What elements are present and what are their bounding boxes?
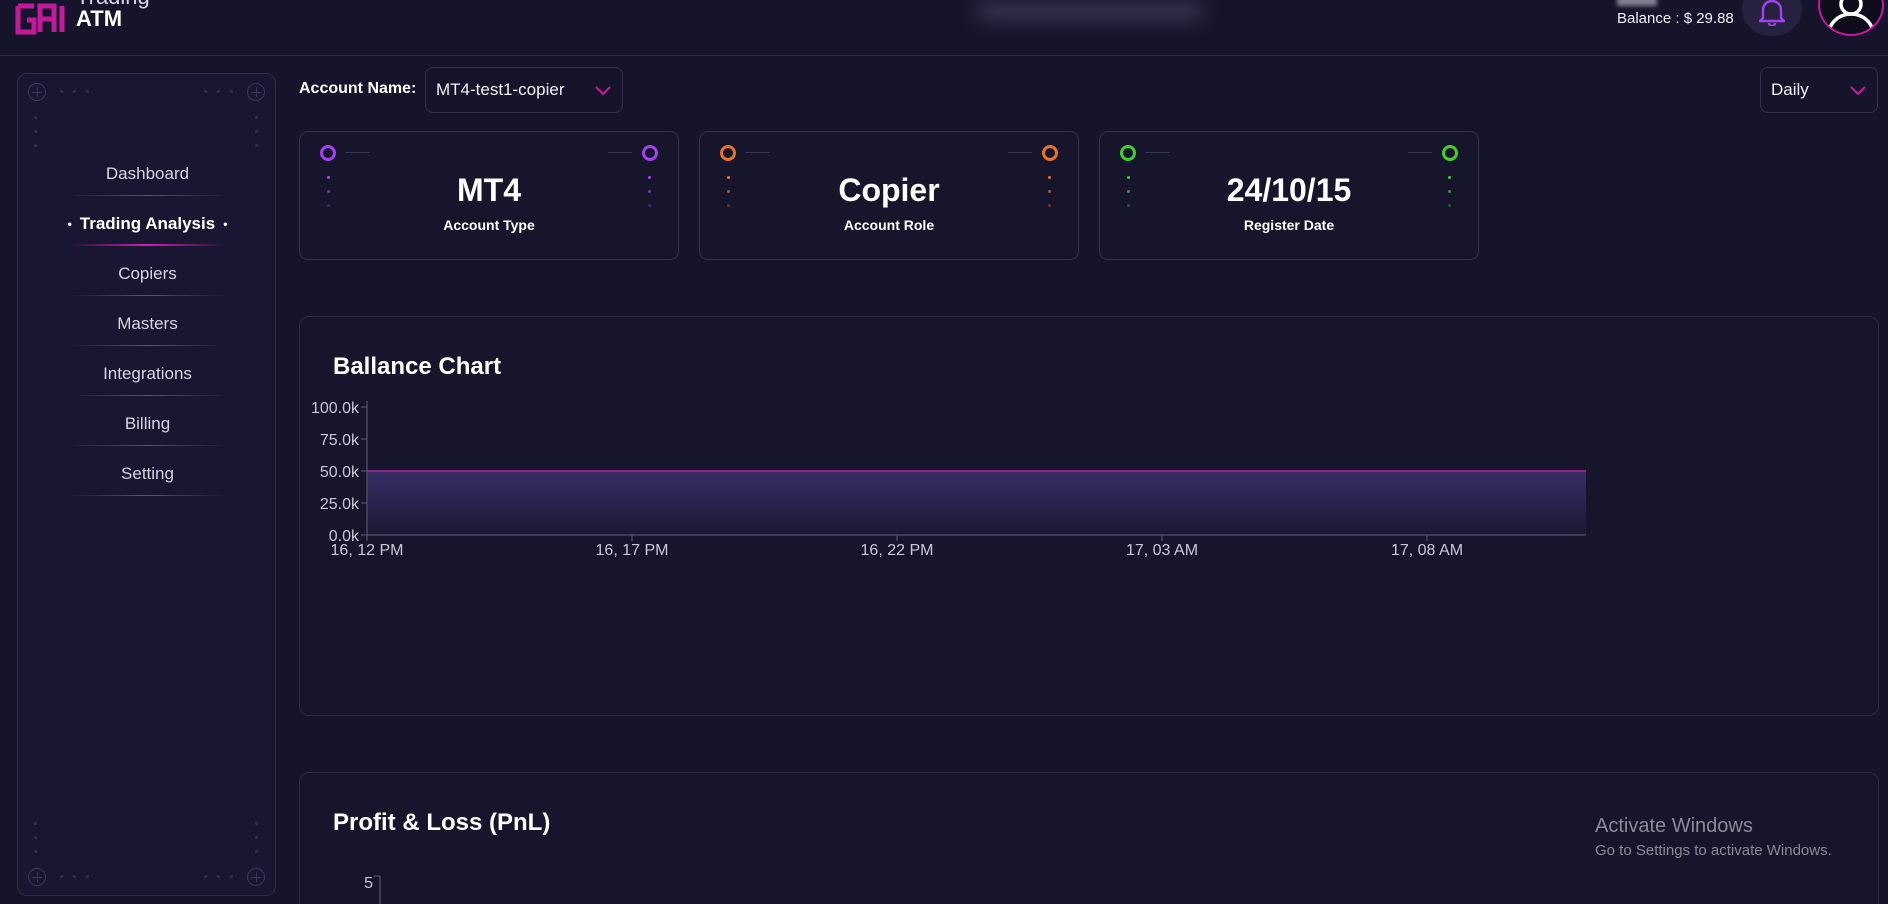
sidebar-item-label: Masters	[117, 314, 178, 333]
sidebar-item-label: Copiers	[118, 264, 177, 283]
account-balance: Balance : $ 29.88	[1617, 10, 1734, 27]
corner-plus-icon	[247, 83, 265, 101]
watermark-title: Activate Windows	[1595, 815, 1753, 837]
corner-plus-icon	[28, 83, 46, 101]
top-bar: Trading ATM Balance : $ 29.88	[0, 0, 1888, 56]
balance-chart-panel: Ballance Chart 0.0k 25.0k 50.0k 75.0k 100.0k…	[299, 316, 1879, 716]
decor-dots	[60, 90, 89, 94]
decor-line	[1008, 152, 1032, 153]
user-icon	[1827, 0, 1875, 34]
account-role-value: Copier	[838, 172, 940, 208]
pnl-y-tick-label: 5	[364, 875, 373, 892]
period-select[interactable]: Daily	[1760, 67, 1878, 113]
active-bullet-icon: •	[67, 217, 72, 231]
sidebar-item-integrations[interactable]: Integrations	[18, 349, 277, 399]
sidebar-nav: Dashboard • Trading Analysis • Copiers M…	[18, 149, 277, 499]
register-date-value: 24/10/15	[1226, 172, 1352, 208]
decor-line	[1146, 152, 1170, 153]
notifications-button[interactable]	[1742, 0, 1802, 36]
sidebar: Dashboard • Trading Analysis • Copiers M…	[17, 73, 276, 896]
sidebar-item-setting[interactable]: Setting	[18, 449, 277, 499]
corner-plus-icon	[247, 868, 265, 886]
windows-activation-watermark: Activate Windows Go to Settings to activ…	[1595, 815, 1832, 859]
brand-name: ATM	[76, 6, 123, 31]
sidebar-item-label: Trading Analysis	[79, 214, 216, 233]
balance-area	[367, 471, 1586, 535]
y-tick-label: 75.0k	[320, 432, 360, 449]
ring-icon	[1042, 145, 1058, 161]
sidebar-item-label: Billing	[124, 414, 171, 433]
register-date-card: 24/10/15 Register Date	[1099, 131, 1479, 260]
decor-line	[608, 152, 632, 153]
sidebar-item-label: Dashboard	[105, 164, 190, 183]
account-select[interactable]: MT4-test1-copier	[425, 67, 623, 113]
ring-icon	[720, 145, 736, 161]
sidebar-item-billing[interactable]: Billing	[18, 399, 277, 449]
sidebar-item-copiers[interactable]: Copiers	[18, 249, 277, 299]
x-tick-label: 16, 22 PM	[861, 542, 934, 559]
decor-line	[1408, 152, 1432, 153]
balance-chart: 0.0k25.0k50.0k75.0k100.0k16, 12 PM 16, 17…	[311, 400, 1586, 559]
account-role-label: Account Role	[843, 217, 935, 233]
decor-dots	[34, 822, 38, 853]
ring-icon	[1442, 145, 1458, 161]
watermark-subtitle: Go to Settings to activate Windows.	[1595, 842, 1832, 859]
account-select-value: MT4-test1-copier	[436, 80, 565, 99]
sidebar-item-dashboard[interactable]: Dashboard	[18, 149, 277, 199]
blurred-banner	[975, 0, 1205, 22]
period-select-value: Daily	[1771, 80, 1809, 99]
y-tick-label: 25.0k	[320, 496, 360, 513]
account-name-label: Account Name:	[299, 80, 417, 97]
user-avatar[interactable]	[1818, 0, 1884, 36]
account-type-value: MT4	[457, 172, 521, 208]
logo-mark-icon	[15, 3, 65, 35]
decor-dots	[60, 875, 89, 879]
active-bullet-icon: •	[223, 217, 228, 231]
chevron-down-icon	[1850, 86, 1866, 96]
register-date-label: Register Date	[1243, 217, 1335, 233]
y-tick-label: 100.0k	[311, 400, 360, 417]
decor-line	[346, 152, 370, 153]
x-tick-label: 16, 17 PM	[596, 542, 669, 559]
decor-dots	[255, 116, 259, 147]
corner-plus-icon	[28, 868, 46, 886]
ring-icon	[642, 145, 658, 161]
x-tick-label: 17, 03 AM	[1126, 542, 1198, 559]
account-role-card: Copier Account Role	[699, 131, 1079, 260]
sidebar-item-trading-analysis[interactable]: • Trading Analysis •	[18, 199, 277, 249]
decor-line	[746, 152, 770, 153]
account-type-card: MT4 Account Type	[299, 131, 679, 260]
decor-dots	[34, 116, 38, 147]
chevron-down-icon	[595, 86, 611, 96]
account-type-label: Account Type	[443, 217, 535, 233]
sidebar-item-label: Setting	[121, 464, 174, 483]
decor-dots	[204, 90, 233, 94]
x-tick-label: 17, 08 AM	[1391, 542, 1463, 559]
brand-logo[interactable]: Trading ATM	[14, 0, 184, 40]
blurred-username	[1617, 0, 1657, 6]
x-tick-label: 16, 12 PM	[331, 542, 404, 559]
y-tick-label: 50.0k	[320, 464, 360, 481]
bell-icon	[1759, 0, 1785, 26]
ring-icon	[320, 145, 336, 161]
sidebar-item-masters[interactable]: Masters	[18, 299, 277, 349]
decor-dots	[255, 822, 259, 853]
ring-icon	[1120, 145, 1136, 161]
sidebar-item-label: Integrations	[103, 364, 192, 383]
decor-dots	[204, 875, 233, 879]
